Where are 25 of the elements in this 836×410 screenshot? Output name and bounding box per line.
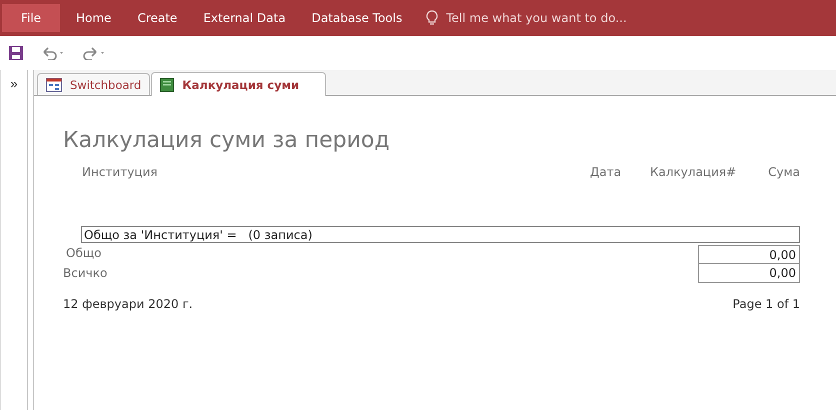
document-tab[interactable]: Switchboard <box>37 73 150 95</box>
total-value: 0,00 <box>698 264 800 282</box>
ribbon-tab[interactable]: Home <box>64 4 124 32</box>
column-header: Калкулация# <box>650 165 738 179</box>
column-header: Сума <box>767 165 800 179</box>
total-label: Общо <box>65 246 102 260</box>
total-value: 0,00 <box>698 245 800 264</box>
tell-me-field[interactable]: Tell me what you want to do... <box>444 10 668 26</box>
ribbon-tab[interactable]: External Data <box>191 4 298 32</box>
document-tab[interactable]: Калкулация суми <box>151 72 326 96</box>
ribbon-tab[interactable]: Create <box>125 4 190 32</box>
save-icon[interactable] <box>8 45 24 61</box>
report-title: Калкулация суми за период <box>63 128 391 153</box>
ribbon-tab[interactable]: File <box>2 4 60 32</box>
report-icon <box>160 78 174 92</box>
page-number: Page 1 of 1 <box>732 297 800 311</box>
report-date: 12 февруари 2020 г. <box>63 297 193 311</box>
column-header: Институция <box>82 165 158 179</box>
column-header: Дата <box>590 165 622 179</box>
form-icon <box>46 78 62 92</box>
ribbon-tab[interactable]: Database Tools <box>300 4 414 32</box>
expand-pane-button[interactable]: » <box>10 70 18 91</box>
total-label: Всичко <box>63 266 108 280</box>
lightbulb-icon <box>426 10 438 26</box>
group-footer: Общо за 'Институция' = (0 записа) <box>81 226 800 243</box>
